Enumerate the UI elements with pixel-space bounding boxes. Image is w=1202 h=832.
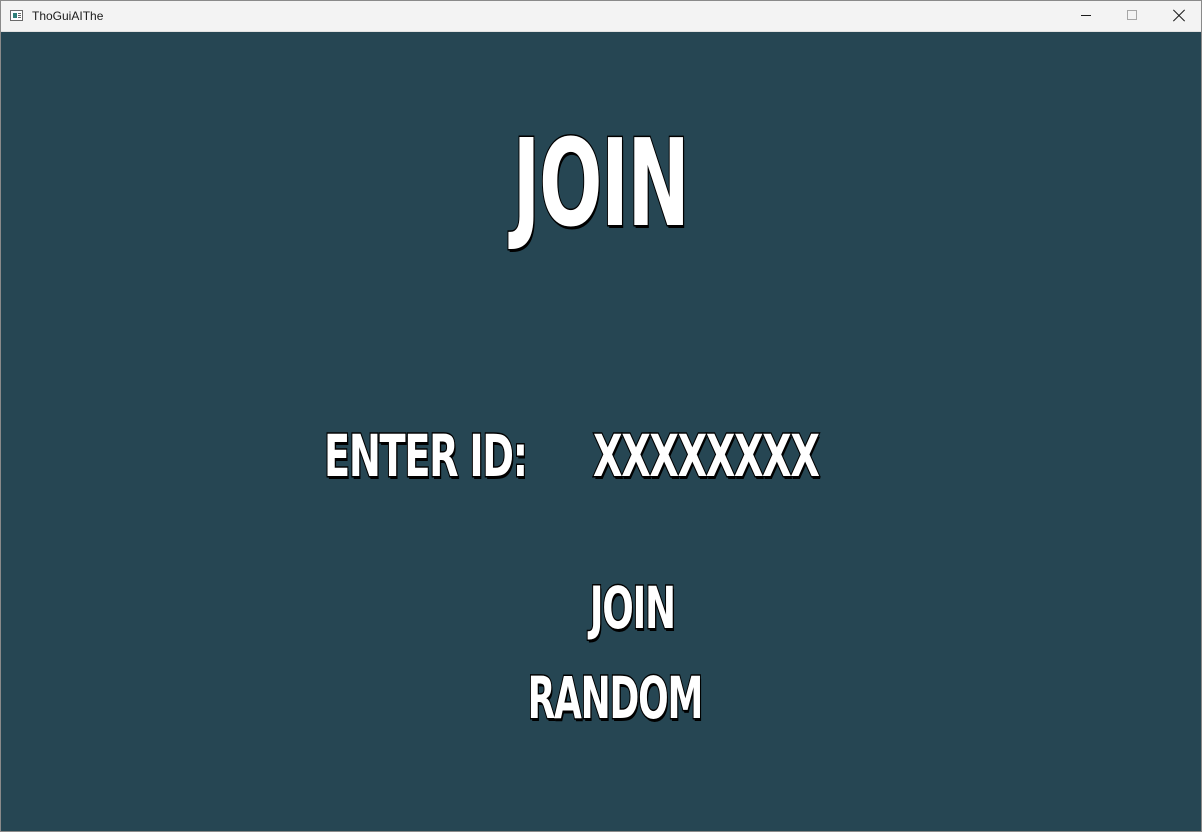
title-bar[interactable]: ThoGuiAIThe bbox=[1, 1, 1201, 32]
random-button[interactable]: RANDOM bbox=[243, 668, 987, 729]
join-button[interactable]: JOIN bbox=[248, 578, 1016, 639]
app-window: ThoGuiAIThe JOIN ENTER ID: XXXXXXXX JOIN… bbox=[0, 0, 1202, 832]
id-label: ENTER ID: bbox=[323, 422, 529, 490]
minimize-icon bbox=[1081, 15, 1091, 16]
maximize-icon bbox=[1127, 10, 1137, 20]
minimize-button[interactable] bbox=[1063, 1, 1109, 31]
close-button[interactable] bbox=[1155, 1, 1201, 31]
maximize-button[interactable] bbox=[1109, 1, 1155, 31]
close-icon bbox=[1173, 9, 1185, 21]
id-input[interactable]: XXXXXXXX bbox=[592, 426, 821, 487]
window-title: ThoGuiAIThe bbox=[32, 9, 104, 23]
app-window-icon bbox=[10, 10, 23, 21]
id-entry-row: ENTER ID: XXXXXXXX bbox=[1, 422, 1201, 491]
page-title: JOIN bbox=[512, 115, 691, 254]
